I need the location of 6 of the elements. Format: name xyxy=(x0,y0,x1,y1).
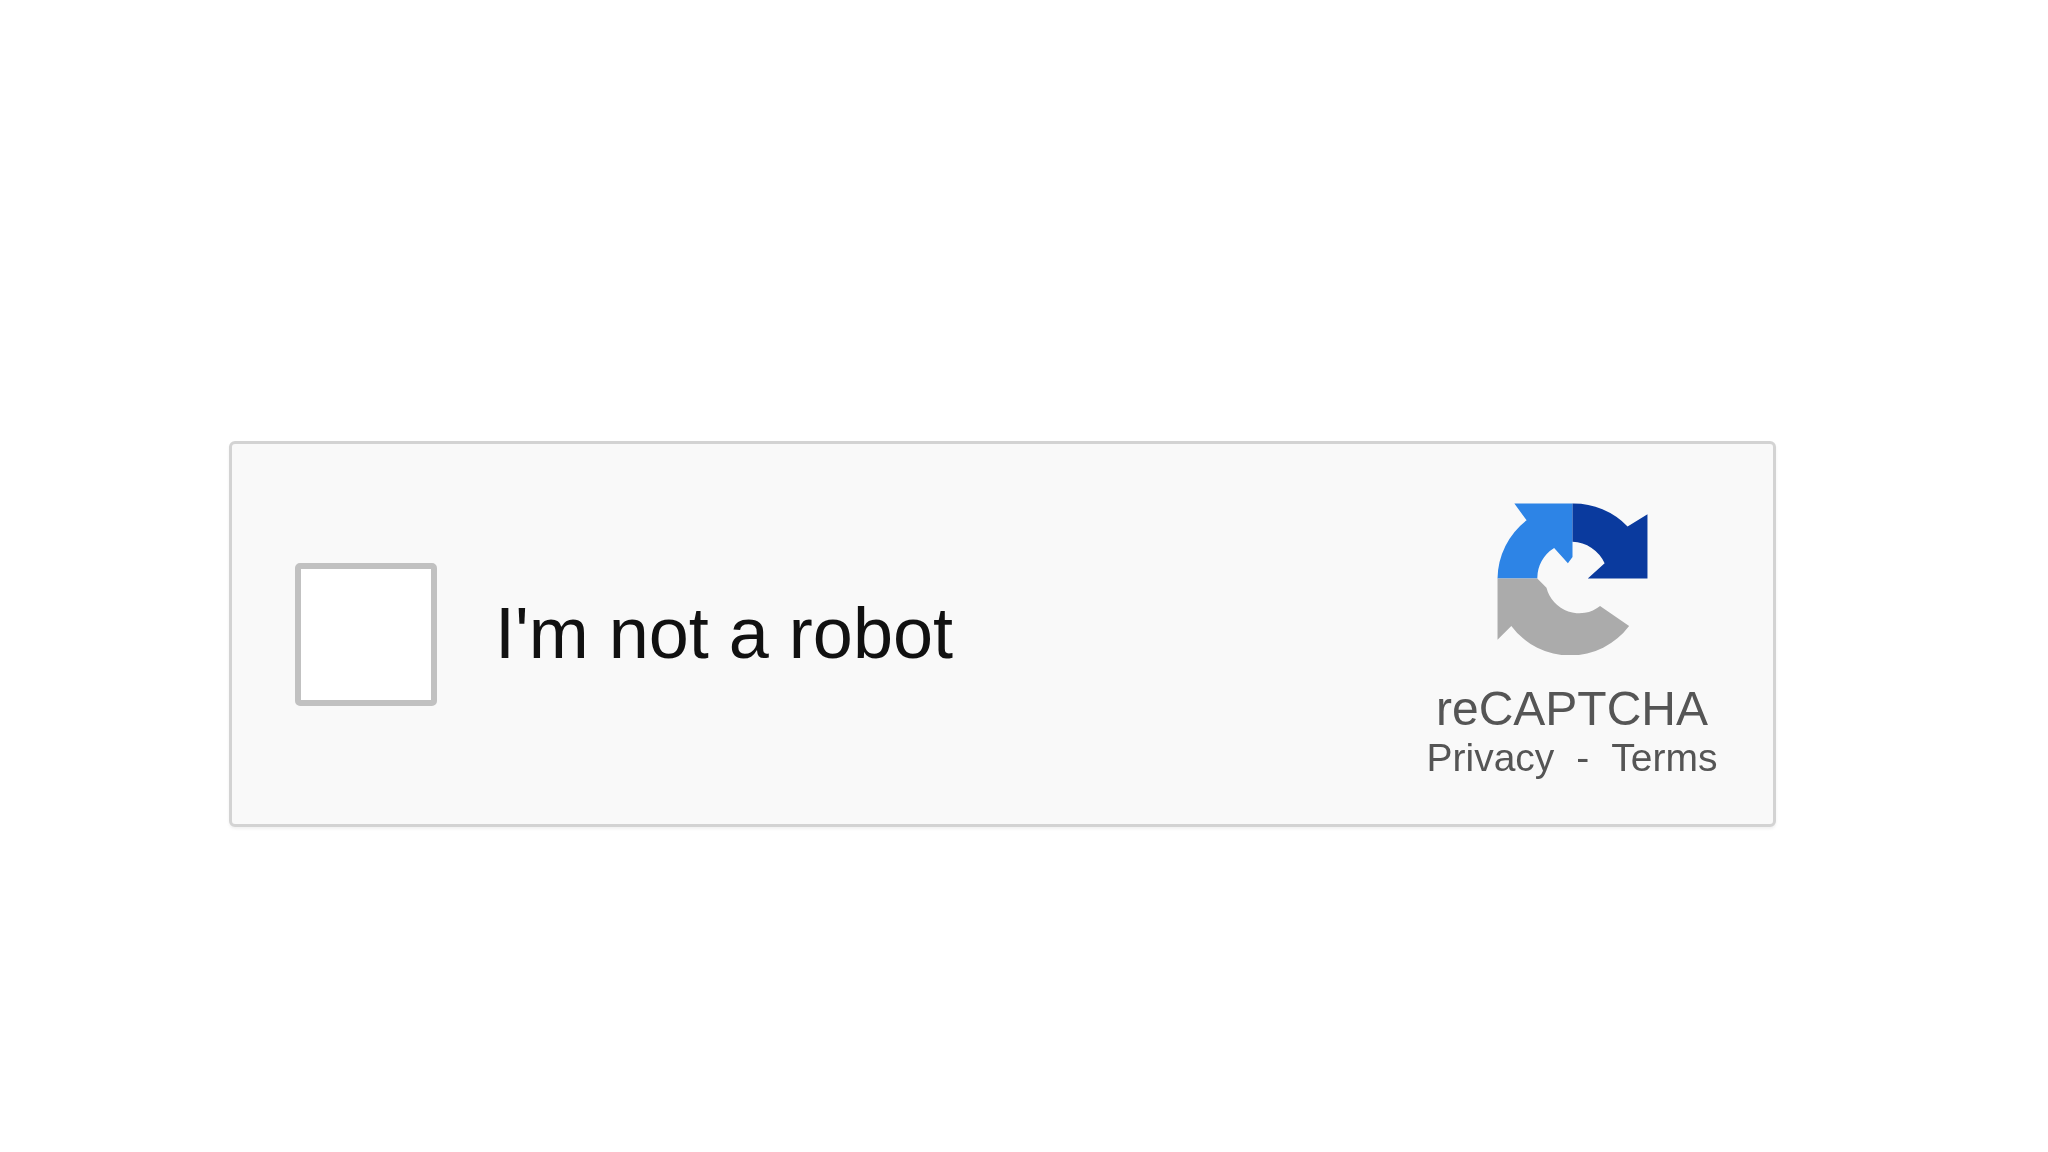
footer-link[interactable]: Terms xyxy=(1611,735,1718,781)
checkbox[interactable] xyxy=(295,562,437,706)
footer-link[interactable]: Privacy xyxy=(1426,735,1555,781)
brand-name: reCAPTCHA xyxy=(1435,683,1708,736)
link-separator: - xyxy=(1576,735,1590,781)
checkbox-label: I'm not a robot xyxy=(495,594,953,674)
